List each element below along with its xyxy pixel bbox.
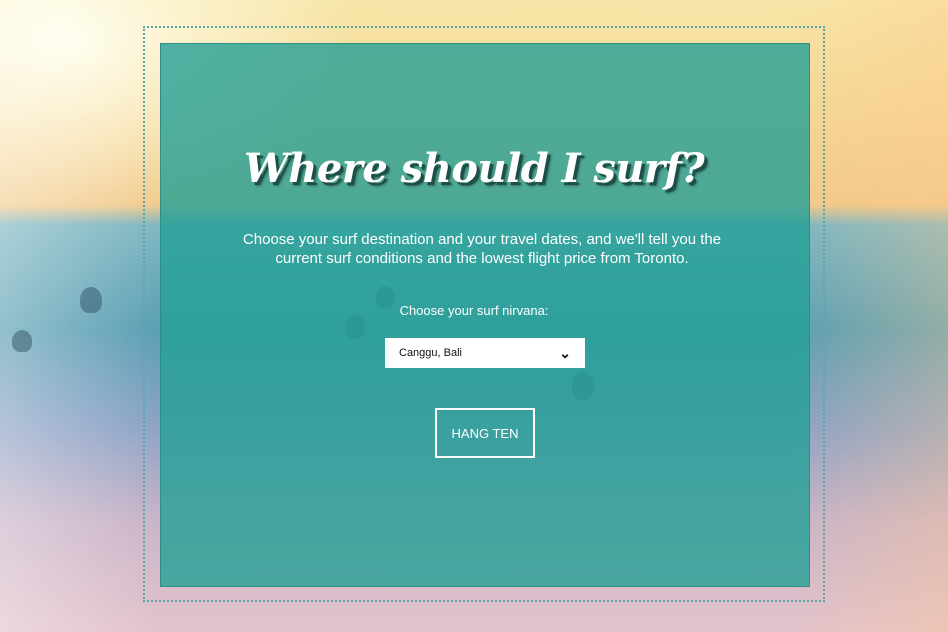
chevron-down-icon: ⌄	[559, 344, 571, 361]
surfer-silhouette	[12, 330, 32, 352]
destination-select[interactable]: Canggu, Bali ⌄	[385, 338, 585, 368]
page-title: Where should I surf?	[243, 145, 705, 192]
hang-ten-button[interactable]: HANG TEN	[435, 408, 535, 458]
destination-select-value: Canggu, Bali	[399, 347, 462, 359]
intro-text: Choose your surf destination and your tr…	[242, 231, 722, 267]
destination-label: Choose your surf nirvana:	[399, 303, 549, 318]
